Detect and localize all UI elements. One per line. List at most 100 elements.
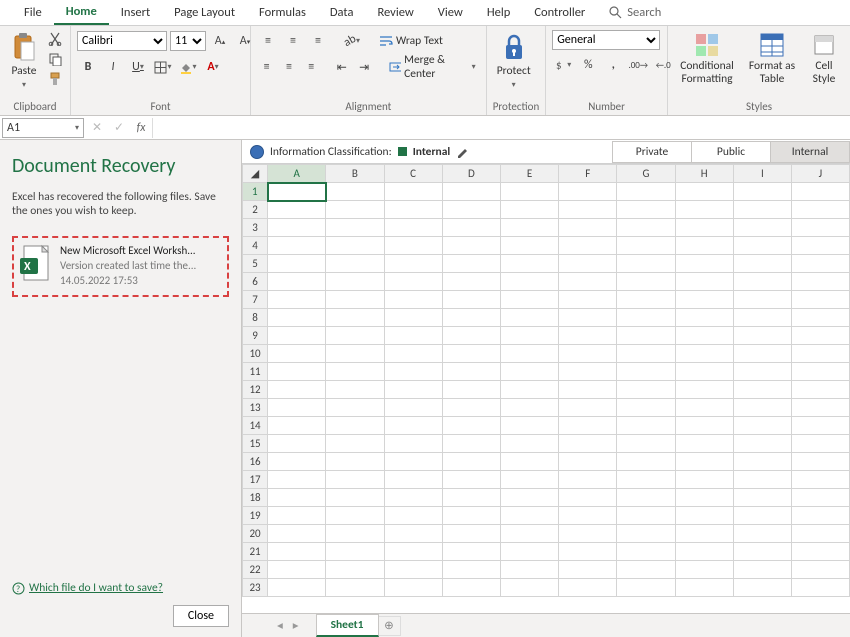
- cell-A2[interactable]: [268, 201, 326, 219]
- cell-H2[interactable]: [675, 201, 733, 219]
- cell-C12[interactable]: [384, 381, 442, 399]
- cell-C17[interactable]: [384, 471, 442, 489]
- cell-G21[interactable]: [617, 543, 675, 561]
- align-left-button[interactable]: ≡: [257, 56, 276, 78]
- cell-B18[interactable]: [326, 489, 384, 507]
- column-header-J[interactable]: J: [791, 165, 849, 183]
- cell-D18[interactable]: [442, 489, 500, 507]
- cell-D4[interactable]: [442, 237, 500, 255]
- cell-B3[interactable]: [326, 219, 384, 237]
- cell-H13[interactable]: [675, 399, 733, 417]
- cell-G13[interactable]: [617, 399, 675, 417]
- cell-I17[interactable]: [733, 471, 791, 489]
- cell-E23[interactable]: [500, 579, 558, 597]
- cell-A19[interactable]: [268, 507, 326, 525]
- cell-A22[interactable]: [268, 561, 326, 579]
- cell-G6[interactable]: [617, 273, 675, 291]
- cell-H10[interactable]: [675, 345, 733, 363]
- cell-H20[interactable]: [675, 525, 733, 543]
- cell-H15[interactable]: [675, 435, 733, 453]
- cell-A6[interactable]: [268, 273, 326, 291]
- accounting-button[interactable]: $: [552, 54, 574, 76]
- cell-H18[interactable]: [675, 489, 733, 507]
- cell-B1[interactable]: [326, 183, 384, 201]
- cell-I21[interactable]: [733, 543, 791, 561]
- cell-F14[interactable]: [559, 417, 617, 435]
- column-header-G[interactable]: G: [617, 165, 675, 183]
- cell-G20[interactable]: [617, 525, 675, 543]
- row-header-11[interactable]: 11: [243, 363, 268, 381]
- italic-button[interactable]: I: [102, 56, 124, 78]
- cell-E16[interactable]: [500, 453, 558, 471]
- recovery-help-link[interactable]: ? Which file do I want to save?: [12, 581, 163, 595]
- cell-C21[interactable]: [384, 543, 442, 561]
- tab-help[interactable]: Help: [475, 1, 522, 24]
- cell-A23[interactable]: [268, 579, 326, 597]
- conditional-formatting-button[interactable]: Conditional Formatting: [674, 30, 740, 87]
- cell-G7[interactable]: [617, 291, 675, 309]
- cell-A5[interactable]: [268, 255, 326, 273]
- cell-A4[interactable]: [268, 237, 326, 255]
- cell-F20[interactable]: [559, 525, 617, 543]
- add-sheet-button[interactable]: ⊕: [379, 616, 401, 636]
- cell-B2[interactable]: [326, 201, 384, 219]
- cell-D2[interactable]: [442, 201, 500, 219]
- font-size-select[interactable]: 11: [170, 31, 206, 51]
- percent-button[interactable]: %: [577, 54, 599, 76]
- cell-E18[interactable]: [500, 489, 558, 507]
- wrap-text-button[interactable]: Wrap Text: [375, 30, 447, 52]
- cell-C7[interactable]: [384, 291, 442, 309]
- comma-button[interactable]: ,: [602, 54, 624, 76]
- tab-insert[interactable]: Insert: [109, 1, 162, 24]
- cell-C18[interactable]: [384, 489, 442, 507]
- cell-A18[interactable]: [268, 489, 326, 507]
- row-header-20[interactable]: 20: [243, 525, 268, 543]
- cell-J19[interactable]: [791, 507, 849, 525]
- cell-I20[interactable]: [733, 525, 791, 543]
- cell-J20[interactable]: [791, 525, 849, 543]
- cell-F23[interactable]: [559, 579, 617, 597]
- cell-F11[interactable]: [559, 363, 617, 381]
- cell-I8[interactable]: [733, 309, 791, 327]
- cell-C10[interactable]: [384, 345, 442, 363]
- cell-D5[interactable]: [442, 255, 500, 273]
- cell-A9[interactable]: [268, 327, 326, 345]
- cell-H5[interactable]: [675, 255, 733, 273]
- row-header-9[interactable]: 9: [243, 327, 268, 345]
- cell-H23[interactable]: [675, 579, 733, 597]
- cell-J12[interactable]: [791, 381, 849, 399]
- cell-I4[interactable]: [733, 237, 791, 255]
- cell-G4[interactable]: [617, 237, 675, 255]
- align-bottom-button[interactable]: ≡: [307, 30, 329, 52]
- cell-D16[interactable]: [442, 453, 500, 471]
- cell-A17[interactable]: [268, 471, 326, 489]
- row-header-16[interactable]: 16: [243, 453, 268, 471]
- cell-B8[interactable]: [326, 309, 384, 327]
- cell-F5[interactable]: [559, 255, 617, 273]
- cell-B19[interactable]: [326, 507, 384, 525]
- cell-I5[interactable]: [733, 255, 791, 273]
- row-header-2[interactable]: 2: [243, 201, 268, 219]
- cell-J13[interactable]: [791, 399, 849, 417]
- cell-G3[interactable]: [617, 219, 675, 237]
- row-header-18[interactable]: 18: [243, 489, 268, 507]
- cell-H22[interactable]: [675, 561, 733, 579]
- cell-E11[interactable]: [500, 363, 558, 381]
- cell-I10[interactable]: [733, 345, 791, 363]
- row-header-13[interactable]: 13: [243, 399, 268, 417]
- cell-B13[interactable]: [326, 399, 384, 417]
- cell-A16[interactable]: [268, 453, 326, 471]
- cell-H12[interactable]: [675, 381, 733, 399]
- cell-C20[interactable]: [384, 525, 442, 543]
- cell-C11[interactable]: [384, 363, 442, 381]
- cell-D9[interactable]: [442, 327, 500, 345]
- copy-button[interactable]: [46, 50, 64, 68]
- cell-D17[interactable]: [442, 471, 500, 489]
- classification-internal-button[interactable]: Internal: [770, 141, 850, 163]
- column-header-F[interactable]: F: [559, 165, 617, 183]
- cell-E2[interactable]: [500, 201, 558, 219]
- cell-C23[interactable]: [384, 579, 442, 597]
- cell-F17[interactable]: [559, 471, 617, 489]
- cell-F18[interactable]: [559, 489, 617, 507]
- indent-decrease-button[interactable]: ⇤: [332, 56, 351, 78]
